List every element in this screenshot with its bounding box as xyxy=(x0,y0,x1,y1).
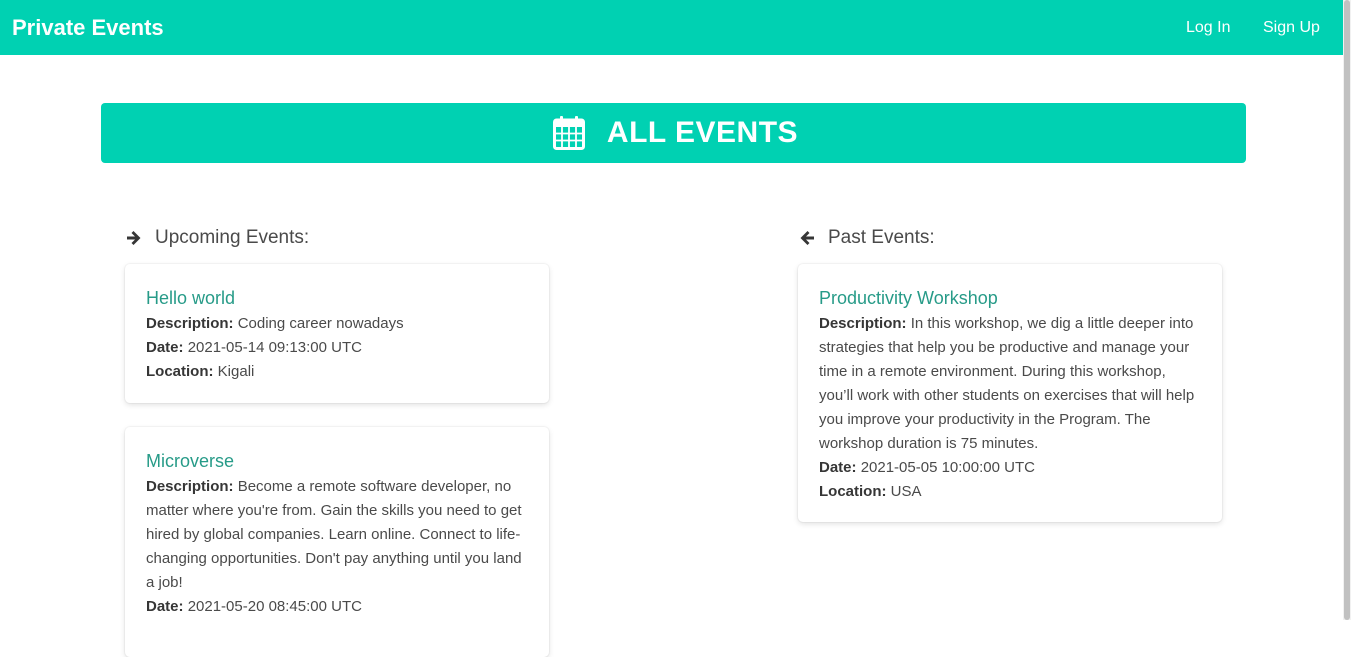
navbar: Private Events Log In Sign Up xyxy=(0,0,1343,55)
hero-banner: ALL EVENTS xyxy=(101,103,1246,163)
event-date: Date: 2021-05-05 10:00:00 UTC xyxy=(819,459,1035,476)
event-card: Microverse Description: Become a remote … xyxy=(125,427,549,657)
event-location: Location: USA xyxy=(819,483,922,500)
event-title-link[interactable]: Productivity Workshop xyxy=(819,286,1202,310)
upcoming-events-label: Upcoming Events: xyxy=(155,227,310,248)
upcoming-events-heading: Upcoming Events: xyxy=(125,226,309,250)
signup-link[interactable]: Sign Up xyxy=(1263,17,1320,39)
event-card: Productivity Workshop Description: In th… xyxy=(798,264,1222,522)
scrollbar-thumb[interactable] xyxy=(1344,0,1350,620)
event-date: Date: 2021-05-20 08:45:00 UTC xyxy=(146,598,362,615)
past-events-heading: Past Events: xyxy=(798,226,935,250)
event-title-link[interactable]: Microverse xyxy=(146,449,529,473)
login-link[interactable]: Log In xyxy=(1186,17,1230,39)
event-description: Description: In this workshop, we dig a … xyxy=(819,315,1195,452)
event-description: Description: Coding career nowadays xyxy=(146,315,404,332)
calendar-icon xyxy=(552,116,585,150)
event-location: Location: Kigali xyxy=(146,363,255,380)
event-title-link[interactable]: Hello world xyxy=(146,286,529,310)
event-card: Hello world Description: Coding career n… xyxy=(125,264,549,403)
past-events-label: Past Events: xyxy=(828,227,935,248)
arrow-right-icon xyxy=(127,231,141,245)
event-date: Date: 2021-05-14 09:13:00 UTC xyxy=(146,339,362,356)
arrow-left-icon xyxy=(800,231,814,245)
brand-link[interactable]: Private Events xyxy=(12,14,164,42)
page-title: ALL EVENTS xyxy=(606,116,799,149)
event-description: Description: Become a remote software de… xyxy=(146,478,522,591)
